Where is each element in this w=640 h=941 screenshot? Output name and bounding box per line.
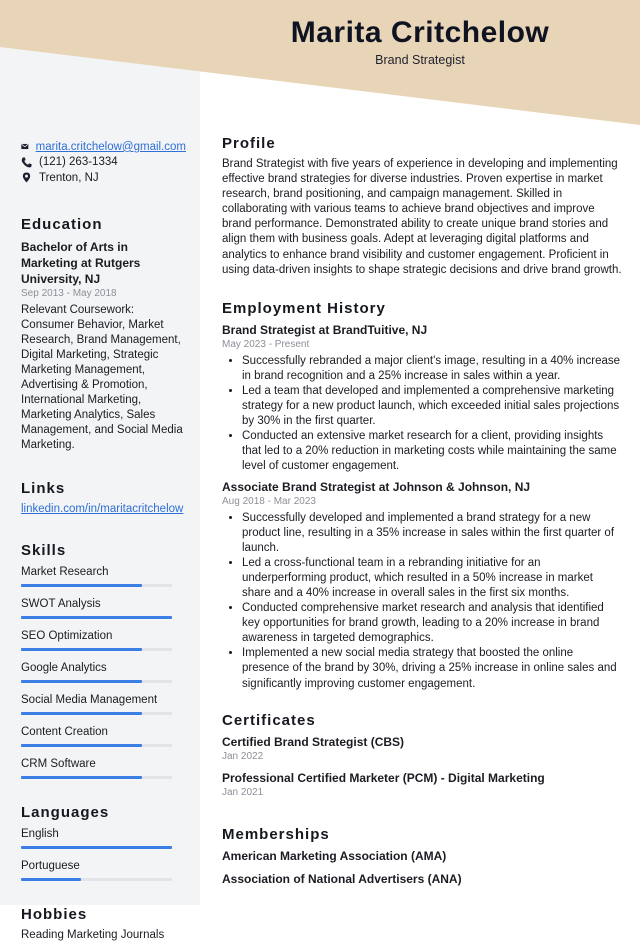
profile-heading: Profile <box>222 135 276 152</box>
contact-phone: (121) 263-1334 <box>21 155 186 171</box>
skill-label: SEO Optimization <box>21 629 113 642</box>
memberships-list: American Marketing Association (AMA) Asso… <box>222 848 622 887</box>
job-title: Brand Strategist at BrandTuitive, NJ <box>222 322 428 337</box>
certificate-title: Certified Brand Strategist (CBS) <box>222 734 405 749</box>
certificate-entry: Certified Brand Strategist (CBS) Jan 2022 <box>222 734 622 764</box>
membership-item: American Marketing Association (AMA) <box>222 848 447 863</box>
job-entry: Brand Strategist at BrandTuitive, NJ May … <box>222 322 622 475</box>
sidebar: marita.critchelow@gmail.com (121) 263-13… <box>21 139 186 941</box>
skill-label: SWOT Analysis <box>21 597 101 610</box>
skill-item: Google Analytics <box>21 661 186 683</box>
employment-heading: Employment History <box>222 299 386 317</box>
location-text: Trenton, NJ <box>39 171 99 184</box>
certificate-entry: Professional Certified Marketer (PCM) - … <box>222 770 622 800</box>
job-bullet: Led a team that developed and implemente… <box>242 384 622 429</box>
contact-info: marita.critchelow@gmail.com (121) 263-13… <box>21 139 186 186</box>
candidate-title: Brand Strategist <box>375 53 465 67</box>
language-level-fill <box>21 877 82 881</box>
job-bullets: Successfully developed and implemented a… <box>222 511 622 692</box>
contact-location: Trenton, NJ <box>21 170 186 186</box>
job-bullet: Successfully developed and implemented a… <box>242 511 622 556</box>
employment-section: Employment History Brand Strategist at B… <box>222 300 622 692</box>
skill-item: Social Media Management <box>21 693 186 715</box>
skill-label: Content Creation <box>21 725 108 738</box>
language-item: Portuguese <box>21 859 186 881</box>
education-description: Relevant Coursework: Consumer Behavior, … <box>21 303 183 451</box>
certificates-heading: Certificates <box>222 711 316 729</box>
memberships-section: Memberships American Marketing Associati… <box>222 826 622 887</box>
skill-level-bar <box>21 743 172 747</box>
skill-level-bar <box>21 775 172 779</box>
skill-level-fill <box>21 775 142 779</box>
skill-item: Content Creation <box>21 725 186 747</box>
language-level-bar <box>21 877 172 881</box>
job-entry: Associate Brand Strategist at Johnson & … <box>222 479 622 692</box>
education-heading: Education <box>21 215 103 233</box>
phone-number: (121) 263-1334 <box>39 156 118 169</box>
skill-level-bar <box>21 583 172 587</box>
language-label: English <box>21 827 59 840</box>
job-bullet: Conducted an extensive market research f… <box>242 429 622 474</box>
skill-level-fill <box>21 679 142 683</box>
main-content: Profile Brand Strategist with five years… <box>222 135 622 894</box>
languages-heading: Languages <box>21 803 110 821</box>
job-bullet: Successfully rebranded a major client's … <box>242 354 622 384</box>
skill-level-fill <box>21 615 172 619</box>
education-dates: Sep 2013 - May 2018 <box>21 287 117 299</box>
language-level-bar <box>21 845 172 849</box>
languages-list: English Portuguese <box>21 827 186 881</box>
language-level-fill <box>21 845 172 849</box>
skill-level-fill <box>21 711 142 715</box>
links-heading: Links <box>21 479 66 497</box>
skill-level-fill <box>21 647 142 651</box>
certificate-date: Jan 2022 <box>222 750 264 762</box>
skill-item: Market Research <box>21 565 186 587</box>
certificate-title: Professional Certified Marketer (PCM) - … <box>222 770 545 785</box>
membership-item: Association of National Advertisers (ANA… <box>222 871 462 886</box>
skills-heading: Skills <box>21 541 67 559</box>
map-pin-icon <box>22 172 31 183</box>
skill-label: Google Analytics <box>21 661 107 674</box>
skill-level-fill <box>21 743 142 747</box>
email-link[interactable]: marita.critchelow@gmail.com <box>36 141 186 153</box>
skill-label: Market Research <box>21 565 109 578</box>
job-dates: Aug 2018 - Mar 2023 <box>222 495 316 507</box>
envelope-icon <box>21 144 29 150</box>
job-bullet: Implemented a new social media strategy … <box>242 646 622 691</box>
education-degree: Bachelor of Arts in Marketing at Rutgers… <box>21 239 141 286</box>
profile-text: Brand Strategist with five years of expe… <box>222 158 622 276</box>
certificates-section: Certificates Certified Brand Strategist … <box>222 712 622 800</box>
hobbies-heading: Hobbies <box>21 905 88 923</box>
hobby-item: Reading Marketing Journals <box>21 928 165 941</box>
skill-item: SEO Optimization <box>21 629 186 651</box>
phone-icon <box>21 157 32 168</box>
job-dates: May 2023 - Present <box>222 338 310 350</box>
skill-item: CRM Software <box>21 757 186 779</box>
job-title: Associate Brand Strategist at Johnson & … <box>222 479 531 494</box>
skill-level-fill <box>21 583 142 587</box>
skills-list: Market Research SWOT Analysis SEO Optimiza… <box>21 565 186 779</box>
skill-label: CRM Software <box>21 757 96 770</box>
jobs-list: Brand Strategist at BrandTuitive, NJ May … <box>222 322 622 692</box>
certificate-date: Jan 2021 <box>222 786 264 798</box>
certificates-list: Certified Brand Strategist (CBS) Jan 2022… <box>222 734 622 800</box>
skill-item: SWOT Analysis <box>21 597 186 619</box>
job-bullet: Conducted comprehensive market research … <box>242 601 622 646</box>
candidate-name: Marita Critchelow <box>290 16 550 49</box>
skill-level-bar <box>21 711 172 715</box>
skill-label: Social Media Management <box>21 693 158 706</box>
job-bullets: Successfully rebranded a major client's … <box>222 354 622 475</box>
skill-level-bar <box>21 647 172 651</box>
linkedin-link[interactable]: linkedin.com/in/maritacritchelow <box>21 503 183 515</box>
contact-email: marita.critchelow@gmail.com <box>21 139 186 155</box>
skill-level-bar <box>21 679 172 683</box>
memberships-heading: Memberships <box>222 825 330 843</box>
language-label: Portuguese <box>21 859 80 872</box>
skill-level-bar <box>21 615 172 619</box>
language-item: English <box>21 827 186 849</box>
job-bullet: Led a cross-functional team in a rebrand… <box>242 556 622 601</box>
